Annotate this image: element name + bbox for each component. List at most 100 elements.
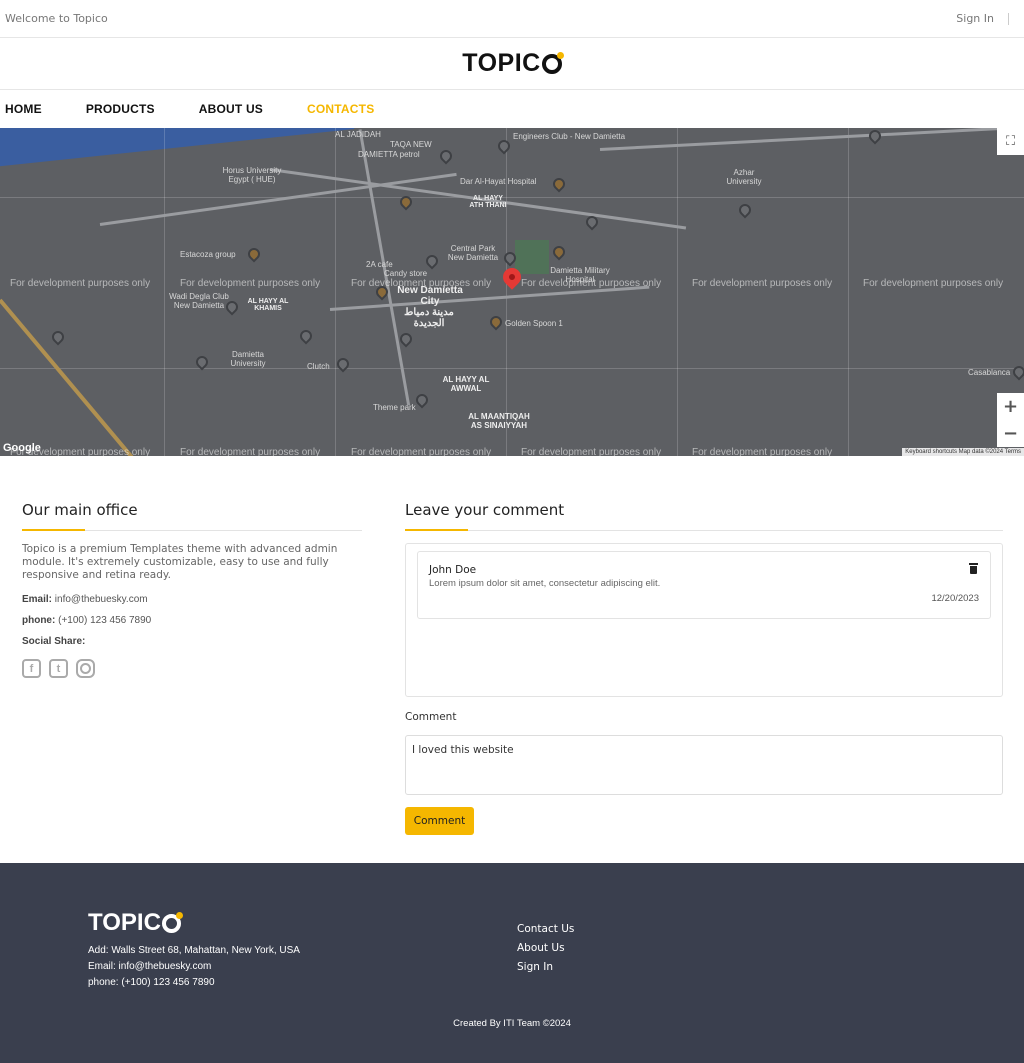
phone-label: phone: [22,615,56,626]
nav-contacts[interactable]: CONTACTS [307,102,374,116]
comment-text: Lorem ipsum dolor sit amet, consectetur … [429,578,661,589]
map-dev-watermark: For development purposes only [692,447,833,456]
comment-column: Leave your comment John Doe Lorem ipsum … [405,456,1003,835]
map-district-label: AL HAYY AL KHAMIS [247,298,289,312]
map-grid-line [0,368,1024,369]
footer-phone: phone: (+100) 123 456 7890 [88,977,215,988]
comment-input[interactable]: I loved this website [405,735,1003,795]
facebook-icon[interactable]: f [22,659,41,678]
twitter-icon[interactable]: t [49,659,68,678]
map-attribution[interactable]: Keyboard shortcuts Map data ©2024 Terms [902,448,1024,456]
footer-logo[interactable]: TOPIC [88,909,183,937]
footer-link-about-us[interactable]: About Us [517,939,574,958]
map-poi-icon[interactable] [487,313,505,331]
map-place-label: 2A cafe [366,260,393,269]
divider [1008,12,1009,25]
map-poi-icon[interactable] [550,243,568,261]
comment-field-label: Comment [405,711,457,723]
map-poi-icon[interactable] [397,330,415,348]
phone-value: (+100) 123 456 7890 [58,615,152,626]
comments-list: John Doe Lorem ipsum dolor sit amet, con… [405,543,1003,697]
map-poi-icon[interactable] [413,391,431,409]
comment-item: John Doe Lorem ipsum dolor sit amet, con… [417,551,991,619]
map-place-label: Engineers Club - New Damietta [513,132,626,141]
comment-author: John Doe [429,564,477,576]
map-poi-icon[interactable] [736,201,754,219]
footer: TOPIC Add: Walls Street 68, Mahattan, Ne… [0,863,1024,1063]
map-poi-icon[interactable] [297,327,315,345]
nav-products[interactable]: PRODUCTS [86,102,155,116]
map-place-label: AL JADIDAH [335,130,381,139]
google-map[interactable]: AL JADIDAH TAQA NEW DAMIETTA petrol Engi… [0,128,1024,456]
map-road [599,128,1024,151]
map-place-label: Horus University Egypt ( HUE) [222,166,282,184]
map-dev-watermark: For development purposes only [180,278,321,289]
map-grid-line [848,128,849,456]
office-phone: phone: (+100) 123 456 7890 [22,615,362,626]
footer-address: Add: Walls Street 68, Mahattan, New York… [88,945,300,956]
nav-home[interactable]: HOME [5,102,42,116]
site-logo[interactable]: TOPIC [462,49,564,78]
map-place-label: Estacoza group [180,250,236,259]
map-poi-icon[interactable] [245,245,263,263]
map-dev-watermark: For development purposes only [692,278,833,289]
main-nav: HOME PRODUCTS ABOUT US CONTACTS [0,90,1024,128]
welcome-text: Welcome to Topico [5,12,108,25]
email-value: info@thebuesky.com [54,594,148,605]
instagram-icon[interactable] [76,659,95,678]
signin-link[interactable]: Sign In [956,12,994,25]
google-logo[interactable]: Google [3,442,41,454]
office-title: Our main office [22,501,362,531]
map-poi-icon[interactable] [1010,363,1024,381]
zoom-out-button[interactable]: − [997,420,1024,447]
footer-link-contact-us[interactable]: Contact Us [517,920,574,939]
map-grid-line [677,128,678,456]
footer-logo-o-icon [161,911,183,933]
map-fullscreen-button[interactable]: ⛶ [997,128,1024,155]
comment-submit-button[interactable]: Comment [405,807,474,835]
map-poi-icon[interactable] [49,328,67,346]
footer-copyright: Created By ITI Team ©2024 [453,1018,571,1029]
delete-trash-icon[interactable] [969,563,978,574]
map-poi-icon[interactable] [866,128,884,145]
comment-date: 12/20/2023 [931,593,979,604]
top-bar-right: Sign In [956,12,1019,25]
map-place-label: Theme park [373,403,416,412]
footer-email: Email: info@thebuesky.com [88,961,212,972]
office-email: Email: info@thebuesky.com [22,594,362,605]
map-place-label: TAQA NEW [390,140,432,149]
map-place-label: DAMIETTA petrol [358,150,420,159]
email-label: Email: [22,594,53,605]
fullscreen-icon: ⛶ [1005,134,1016,149]
map-dev-watermark: For development purposes only [10,278,151,289]
map-poi-icon[interactable] [423,252,441,270]
map-district-label: AL MAANTIQAH AS SINAIYYAH [468,412,530,430]
logo-text: TOPIC [462,49,541,77]
map-place-label: Casablanca [968,368,1011,377]
map-park [515,240,549,274]
map-poi-icon[interactable] [550,175,568,193]
map-place-label: Candy store [384,269,428,278]
zoom-in-button[interactable]: + [997,393,1024,420]
map-place-label: Azhar University [726,168,762,186]
top-bar: Welcome to Topico Sign In [0,0,1024,38]
map-poi-icon[interactable] [495,137,513,155]
map-dev-watermark: For development purposes only [351,278,492,289]
footer-contact-info: Add: Walls Street 68, Mahattan, New York… [88,943,300,991]
footer-logo-text: TOPIC [88,909,161,936]
map-place-label: Central Park New Damietta [447,244,499,262]
map-district-label: AL HAYY AL AWWAL [442,375,490,393]
map-district-label: AL HAYY ATH THANI [469,195,507,209]
map-place-label: Clutch [307,362,330,371]
contact-section: Our main office Topico is a premium Temp… [0,456,1024,863]
office-column: Our main office Topico is a premium Temp… [22,456,362,678]
map-poi-icon[interactable] [334,355,352,373]
map-water [0,128,355,168]
map-poi-icon[interactable] [437,147,455,165]
nav-about-us[interactable]: ABOUT US [199,102,263,116]
map-dev-watermark: For development purposes only [863,278,1004,289]
office-description: Topico is a premium Templates theme with… [22,543,338,581]
social-icons: f t [22,659,362,678]
map-grid-line [0,197,1024,198]
footer-link-sign-in[interactable]: Sign In [517,958,574,977]
